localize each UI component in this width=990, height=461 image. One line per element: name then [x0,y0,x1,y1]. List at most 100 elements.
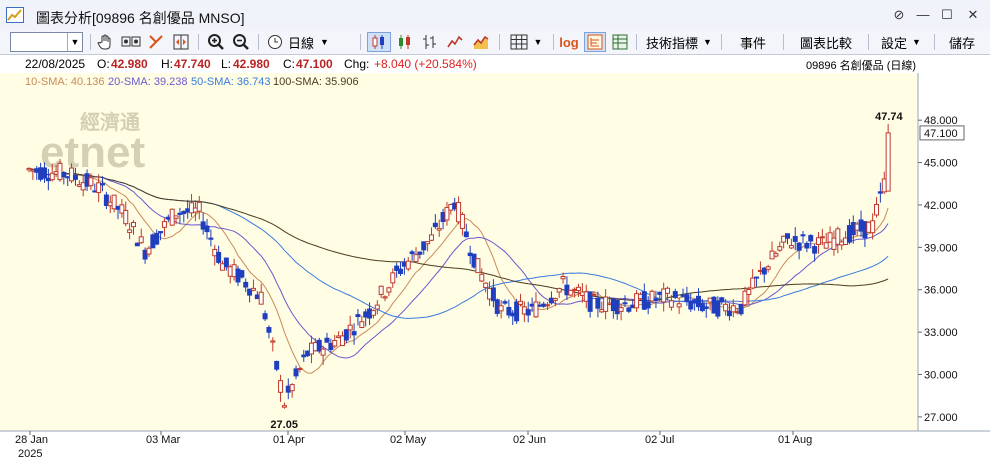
candle-body [502,301,508,304]
line-chart-icon[interactable] [444,32,466,52]
candle-body [343,329,349,341]
high-value: 47.740 [174,57,211,71]
y-tick-label: 48.000 [924,115,958,127]
candle-body [684,294,690,303]
title-bar: 圖表分析[09896 名創優品 MNSO] ⊘ — ☐ ✕ [0,0,990,31]
zoom-in-icon[interactable] [205,32,227,52]
low-value: 42.980 [233,57,270,71]
candle-body [591,293,597,296]
candle-body [436,227,442,231]
candle-body [138,236,144,244]
candle-body [216,251,222,263]
candle-body [815,237,821,245]
crosshair-icon[interactable] [120,32,142,52]
candle-body [374,304,380,310]
candle-body [274,360,280,370]
candle-body [819,236,825,239]
toolbar-separator [499,34,500,50]
change-label: Chg: [344,57,370,71]
high-label: H: [161,57,173,71]
candle-body [289,384,295,392]
maximize-button[interactable]: ☐ [938,6,956,24]
candle-body [576,286,582,291]
minimize-button[interactable]: — [914,6,932,24]
pin-icon[interactable]: ⊘ [890,6,908,24]
zoom-out-icon[interactable] [230,32,252,52]
window-title: 圖表分析[09896 名創優品 MNSO] [36,10,245,26]
candle-body [568,289,574,296]
x-tick-label: 01 Apr [273,434,305,446]
price-chart[interactable]: 經濟通 etnet 10-SMA: 40.136 20-SMA: 39.238 … [0,73,990,461]
candle-body [517,300,523,305]
low-marker: 27.05 [270,419,298,431]
log-scale-button[interactable]: log [557,32,581,52]
symbol-input[interactable]: ▼ [10,32,83,52]
candle-body [668,300,674,308]
x-tick-label: 02 May [390,434,427,446]
candle-body [730,305,736,313]
candle-body [715,300,721,317]
candle-body [262,313,268,320]
candle-body [382,296,388,299]
candle-body [788,245,794,249]
compare-button[interactable]: 圖表比較 [789,32,863,52]
candle-body [425,241,431,245]
clock-icon[interactable] [264,32,286,52]
y-tick-label: 27.000 [924,412,958,424]
toolbar-separator [360,34,361,50]
quote-info-bar: 22/08/2025 O: 42.980 H: 47.740 L: 42.980… [0,55,990,73]
x-tick-label: 03 Mar [146,434,181,446]
candle-body [324,337,330,343]
toolbar-separator [198,34,199,50]
candle-body [100,183,106,186]
candle-body [490,287,496,302]
candle-body [390,272,396,284]
candle-body [281,405,287,408]
close-button[interactable]: ✕ [964,6,982,24]
candle-body [223,257,229,268]
draw-line-icon[interactable] [145,32,167,52]
candle-body [738,303,744,315]
hand-pan-icon[interactable] [95,32,117,52]
candlestick-type-icon[interactable] [367,32,391,52]
area-chart-icon[interactable] [469,32,493,52]
candle-body [459,213,465,229]
split-view-icon[interactable] [170,32,192,52]
candle-body [398,268,404,274]
y-tick-label: 36.000 [924,285,958,297]
candle-body [653,298,659,302]
settings-menu[interactable]: 設定 ▼ [873,32,929,52]
save-button[interactable]: 儲存 [940,32,984,52]
candle-body [626,307,632,312]
low-label: L: [221,57,232,71]
data-table-icon[interactable] [609,32,631,52]
candle-body [370,310,376,316]
period-selector[interactable]: 日線 ▼ [288,32,336,52]
chart-app-icon [6,7,24,23]
candle-body [413,254,419,263]
candle-body [796,242,802,251]
candle-body [746,289,752,295]
toolbar-separator [783,34,784,50]
chevron-down-icon[interactable]: ▼ [67,33,82,51]
candle-body [146,247,152,255]
period-label: 日線 [288,35,315,51]
candle-body [351,331,357,336]
candle-body [804,242,810,249]
candle-body [278,380,284,393]
chevron-down-icon: ▼ [703,37,712,47]
candle-body [723,303,729,312]
candle-body [498,305,504,312]
events-button[interactable]: 事件 [727,32,779,52]
candle-body [618,307,624,312]
ohlc-bar-icon[interactable] [419,32,441,52]
toolbar-separator [721,34,722,50]
candle-body [595,297,601,309]
grid-toggle[interactable]: ▼ [505,32,547,52]
candlestick-filled-icon[interactable] [394,32,416,52]
price-panel-icon[interactable] [584,32,606,52]
chevron-down-icon: ▼ [533,37,543,47]
sma50-label: 50-SMA: 36.743 [191,76,271,88]
candle-body [196,201,202,212]
indicators-menu[interactable]: 技術指標 ▼ [642,32,716,52]
